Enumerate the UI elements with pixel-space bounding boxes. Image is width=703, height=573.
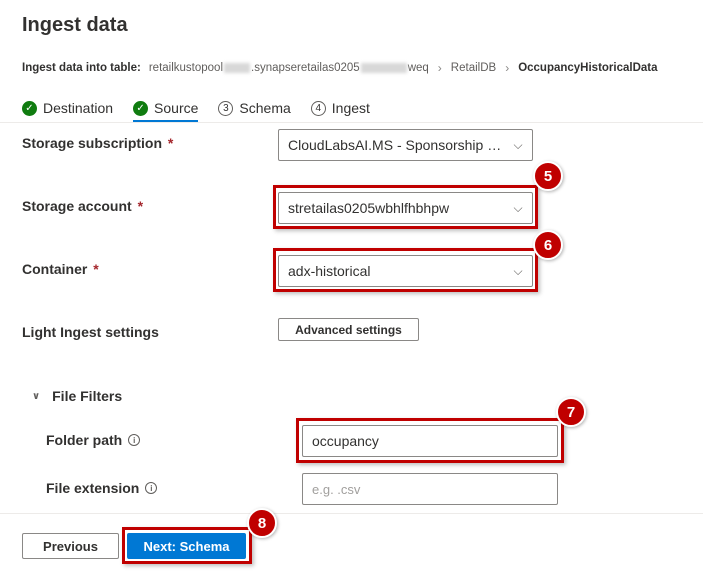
label-text: Storage subscription <box>22 135 163 151</box>
chevron-right-icon: › <box>437 61 442 75</box>
chevron-down-icon: ∨ <box>32 390 41 402</box>
checkmark-icon: ✓ <box>22 100 37 116</box>
storage-subscription-label: Storage subscription * <box>22 135 173 151</box>
step-label: Destination <box>43 100 114 116</box>
footer-divider <box>0 513 703 514</box>
divider <box>0 122 703 123</box>
chevron-down-icon: ⌵ <box>513 137 523 152</box>
annotation-highlight <box>296 418 564 463</box>
folder-path-label: Folder path i <box>46 432 141 448</box>
checkmark-icon: ✓ <box>133 100 149 116</box>
file-extension-label: File extension i <box>46 480 158 496</box>
advanced-settings-button[interactable]: Advanced settings <box>278 318 419 341</box>
storage-subscription-dropdown[interactable]: CloudLabsAI.MS - Sponsorship 0... ⌵ <box>278 129 533 161</box>
breadcrumb-cluster-part2: .synapseretailas0205 <box>251 62 360 74</box>
page-title: Ingest data <box>22 14 128 36</box>
breadcrumb-database[interactable]: RetailDB <box>451 62 496 74</box>
info-icon[interactable]: i <box>145 482 158 494</box>
wizard-steps: ✓ Destination ✓ Source 3 Schema 4 Ingest <box>22 98 390 122</box>
annotation-highlight <box>122 527 252 564</box>
tab-source[interactable]: ✓ Source <box>133 98 199 122</box>
label-text: File extension <box>46 480 140 496</box>
annotation-badge: 6 <box>533 230 563 260</box>
redacted-text <box>224 63 250 73</box>
file-filters-label: File Filters <box>52 388 123 404</box>
label-text: Storage account <box>22 198 132 214</box>
breadcrumb: Ingest data into table: retailkustopool … <box>22 61 658 75</box>
step-label: Source <box>154 100 199 116</box>
tab-destination[interactable]: ✓ Destination <box>22 98 113 118</box>
breadcrumb-cluster-part1: retailkustopool <box>148 62 223 74</box>
dropdown-value: CloudLabsAI.MS - Sponsorship 0... <box>288 137 504 153</box>
required-mark: * <box>137 198 144 214</box>
previous-button[interactable]: Previous <box>22 533 119 559</box>
required-mark: * <box>167 135 174 151</box>
required-mark: * <box>93 261 99 277</box>
step-number: 4 <box>310 100 326 116</box>
annotation-badge: 7 <box>556 397 586 427</box>
light-ingest-label: Light Ingest settings <box>22 324 159 340</box>
step-label: Schema <box>239 100 291 116</box>
annotation-badge: 5 <box>533 161 563 191</box>
label-text: Container <box>22 261 88 277</box>
info-icon[interactable]: i <box>128 434 141 446</box>
file-extension-input[interactable]: e.g. .csv <box>302 473 558 505</box>
container-label: Container * <box>22 261 99 277</box>
chevron-right-icon: › <box>505 61 510 75</box>
breadcrumb-cluster-part3: weq <box>407 62 429 74</box>
step-number: 3 <box>218 100 234 116</box>
tab-ingest[interactable]: 4 Ingest <box>310 98 370 118</box>
breadcrumb-table: OccupancyHistoricalData <box>518 62 658 74</box>
tab-schema[interactable]: 3 Schema <box>218 98 291 118</box>
annotation-highlight <box>273 185 538 229</box>
annotation-badge: 8 <box>247 508 277 538</box>
redacted-text <box>360 63 407 73</box>
label-text: Folder path <box>46 432 123 448</box>
storage-account-label: Storage account * <box>22 198 143 214</box>
breadcrumb-lead: Ingest data into table: <box>22 62 141 74</box>
step-label: Ingest <box>331 100 370 116</box>
file-filters-toggle[interactable]: ∨ File Filters <box>32 388 122 404</box>
annotation-highlight <box>273 248 538 292</box>
